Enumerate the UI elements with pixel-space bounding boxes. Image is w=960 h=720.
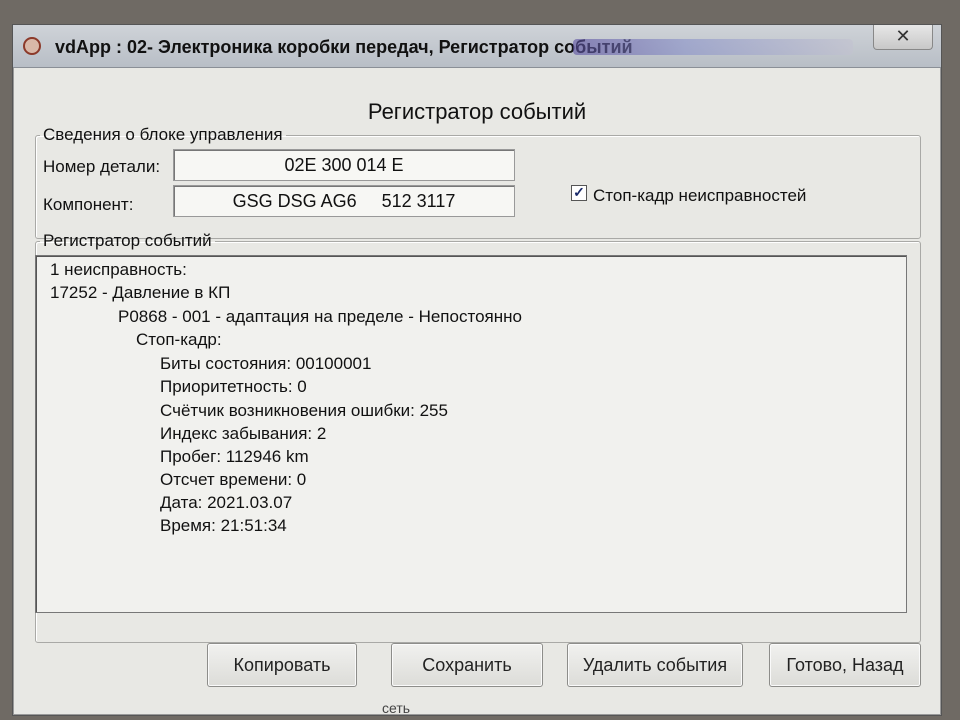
control-unit-info-legend: Сведения о блоке управления xyxy=(43,125,283,144)
log-line: Отсчет времени: 0 xyxy=(160,470,307,489)
part-number-label: Номер детали: xyxy=(43,157,161,176)
title-bar-glare xyxy=(573,39,853,55)
app-icon xyxy=(23,37,41,55)
dialog-heading: Регистратор событий xyxy=(367,99,587,124)
log-line: Приоритетность: 0 xyxy=(160,377,307,396)
control-unit-info-group: Сведения о блоке управления xyxy=(35,125,921,239)
freeze-frame-checkbox-label[interactable]: Стоп-кадр неисправностей xyxy=(593,186,806,206)
log-line: Индекс забывания: 2 xyxy=(160,424,327,443)
component-label: Компонент: xyxy=(43,195,134,214)
log-line: Счётчик возникновения ошибки: 255 xyxy=(160,401,448,420)
window-title: vdApp : 02- Электроника коробки передач,… xyxy=(55,37,633,57)
taskbar-text: сеть xyxy=(382,700,411,716)
log-line: Биты состояния: 00100001 xyxy=(160,354,372,373)
log-line: 17252 - Давление в КП xyxy=(50,283,231,302)
event-recorder-window: vdApp : 02- Электроника коробки передач,… xyxy=(12,24,942,716)
close-icon[interactable]: ✕ xyxy=(873,25,933,50)
copy-button[interactable]: Копировать xyxy=(207,643,357,687)
delete-events-button[interactable]: Удалить события xyxy=(567,643,743,687)
freeze-frame-checkbox[interactable]: ✓ xyxy=(571,185,587,201)
event-recorder-legend: Регистратор событий xyxy=(43,231,212,250)
title-bar[interactable]: vdApp : 02- Электроника коробки передач,… xyxy=(13,25,941,68)
log-line: Пробег: 112946 km xyxy=(160,447,309,466)
taskbar-fragment: сеть xyxy=(300,700,500,720)
save-button[interactable]: Сохранить xyxy=(391,643,543,687)
log-line: P0868 - 001 - адаптация на пределе - Неп… xyxy=(118,307,522,326)
component-field: GSG DSG AG6 512 3117 xyxy=(173,185,515,217)
log-line: Время: 21:51:34 xyxy=(160,516,287,535)
event-log-box[interactable]: 1 неисправность: 17252 - Давление в КП P… xyxy=(35,255,907,613)
part-number-field: 02E 300 014 E xyxy=(173,149,515,181)
done-back-button[interactable]: Готово, Назад xyxy=(769,643,921,687)
log-line: Дата: 2021.03.07 xyxy=(160,493,293,512)
log-line: Стоп-кадр: xyxy=(136,330,222,349)
log-line: 1 неисправность: xyxy=(50,260,187,279)
